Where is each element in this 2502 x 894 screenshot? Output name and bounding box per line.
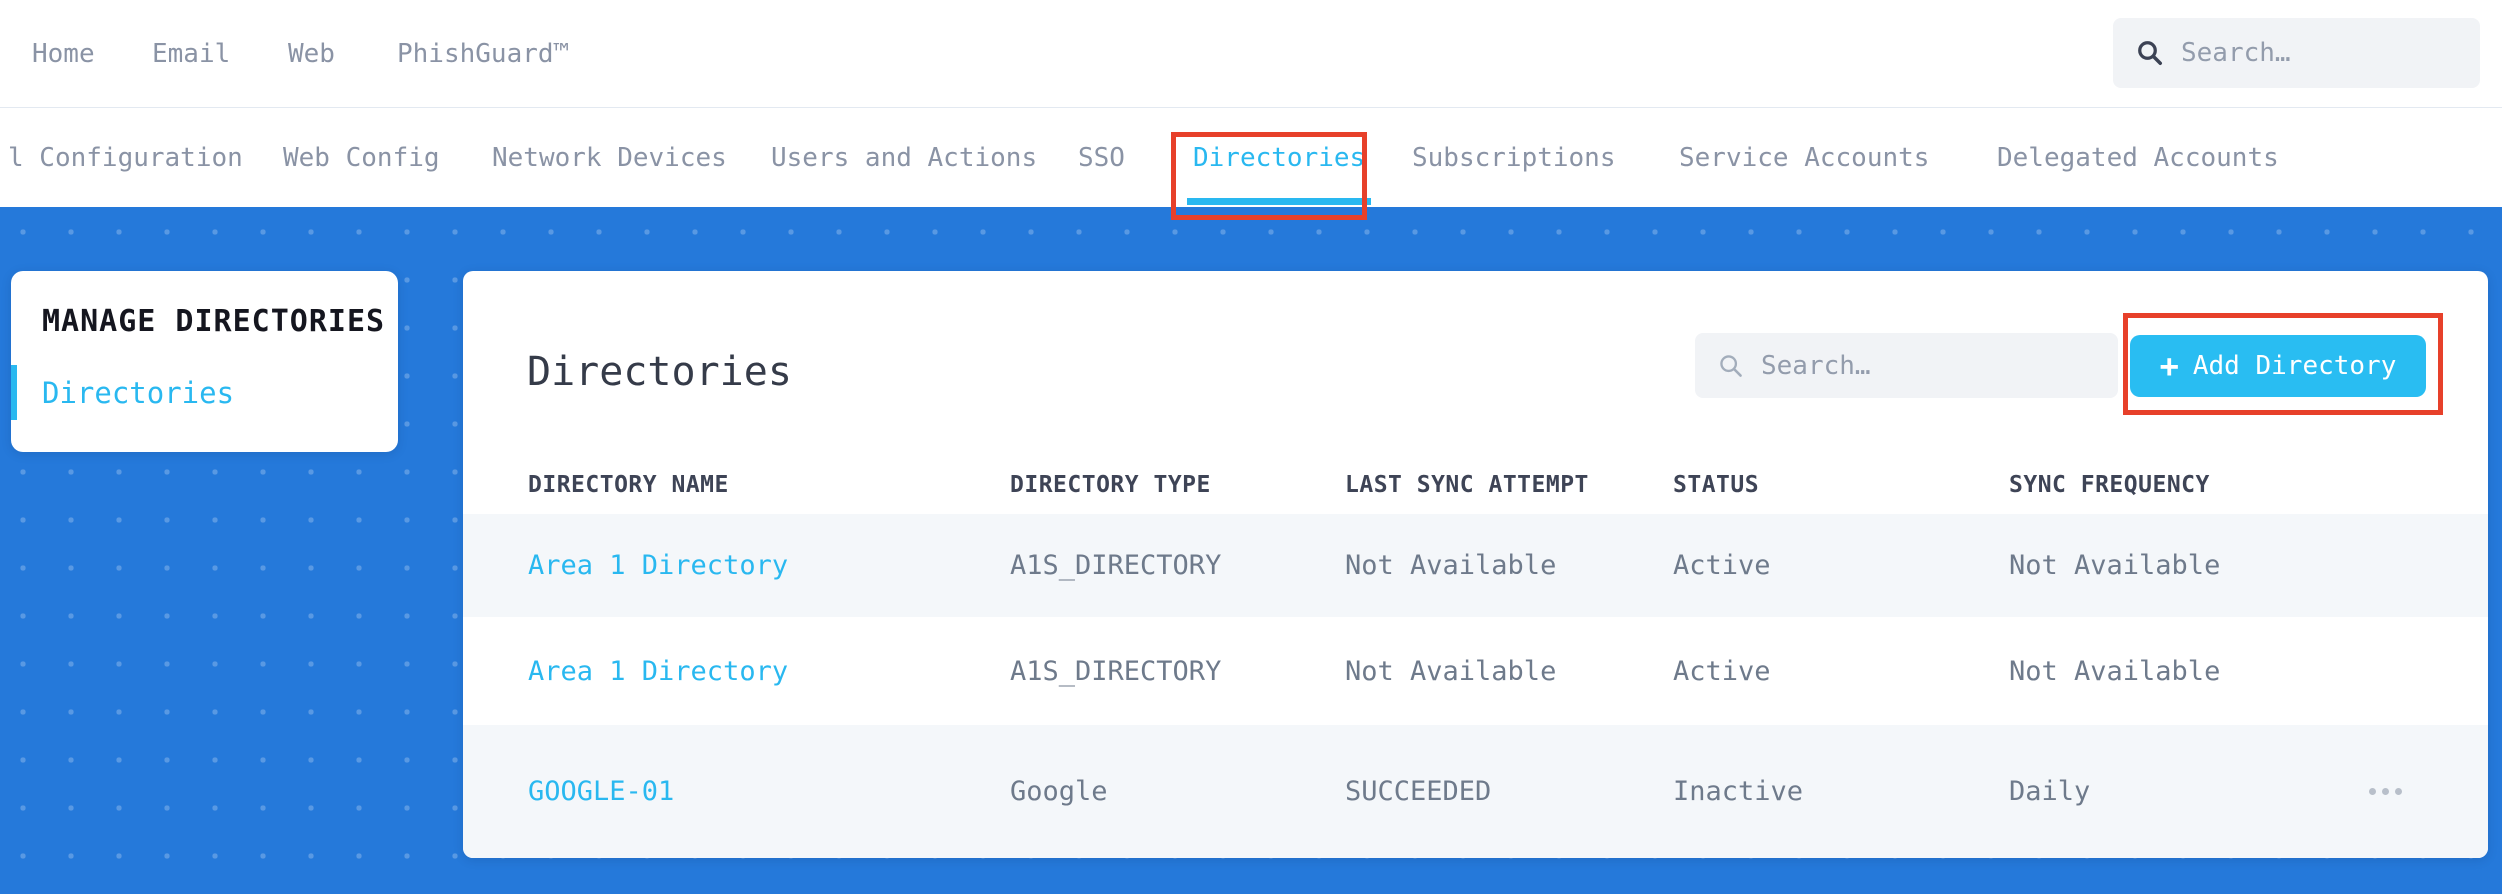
page-title: Directories (527, 349, 792, 395)
plus-icon: + (2159, 347, 2179, 385)
directory-name-link[interactable]: Area 1 Directory (528, 656, 1010, 687)
search-icon (1717, 352, 1745, 380)
column-header-last-sync-attempt: LAST SYNC ATTEMPT (1345, 472, 1589, 498)
add-directory-button[interactable]: + Add Directory (2130, 335, 2426, 397)
directories-search-input[interactable] (1761, 350, 2096, 381)
tab-email-configuration[interactable]: l Configuration (8, 109, 243, 207)
tab-network-devices[interactable]: Network Devices (492, 109, 727, 207)
sidebar-item-label: Directories (42, 375, 235, 410)
tab-web-config[interactable]: Web Config (283, 109, 440, 207)
tab-directories[interactable]: Directories (1186, 109, 1372, 207)
side-panel-title: MANAGE DIRECTORIES (42, 304, 386, 339)
search-icon (2135, 38, 2165, 68)
directory-type-cell: A1S_DIRECTORY (1010, 550, 1222, 581)
last-sync-cell: SUCCEEDED (1345, 776, 1492, 807)
secondary-tab-bar: l Configuration Web Config Network Devic… (0, 109, 2502, 207)
ellipsis-icon (2369, 788, 2376, 795)
column-header-sync-frequency: SYNC FREQUENCY (2009, 472, 2210, 498)
last-sync-cell: Not Available (1345, 550, 1557, 581)
tab-subscriptions[interactable]: Subscriptions (1412, 109, 1616, 207)
content-area: MANAGE DIRECTORIES Directories Directori… (0, 207, 2502, 894)
tab-service-accounts[interactable]: Service Accounts (1679, 109, 1929, 207)
ellipsis-icon (2382, 788, 2389, 795)
top-nav-bar: Home Email Web PhishGuard™ (0, 0, 2502, 108)
column-header-status: STATUS (1673, 472, 1760, 498)
sync-frequency-cell: Daily (2009, 776, 2091, 807)
row-actions-button[interactable] (2365, 780, 2406, 803)
status-cell: Active (1673, 655, 1771, 687)
column-header-directory-type: DIRECTORY TYPE (1010, 472, 1211, 498)
directory-name-link[interactable]: Area 1 Directory (528, 550, 1010, 581)
ellipsis-icon (2395, 788, 2402, 795)
table-row: GOOGLE-01 Google SUCCEEDED Inactive Dail… (463, 725, 2488, 858)
nav-item-phishguard[interactable]: PhishGuard™ (397, 0, 569, 108)
add-directory-label: Add Directory (2192, 351, 2397, 381)
tab-delegated-accounts[interactable]: Delegated Accounts (1997, 109, 2279, 207)
table-header-row: DIRECTORY NAME DIRECTORY TYPE LAST SYNC … (463, 456, 2488, 514)
directory-type-cell: A1S_DIRECTORY (1010, 655, 1222, 687)
directories-panel: Directories + Add Directory DIRECTORY NA… (463, 271, 2488, 858)
sync-frequency-cell: Not Available (2009, 550, 2221, 581)
nav-item-email[interactable]: Email (152, 0, 230, 108)
side-panel: MANAGE DIRECTORIES Directories (11, 271, 398, 452)
status-cell: Inactive (1673, 776, 1804, 807)
directory-name-link[interactable]: GOOGLE-01 (528, 776, 1010, 807)
sidebar-item-directories[interactable]: Directories (11, 365, 398, 420)
tab-users-and-actions[interactable]: Users and Actions (771, 109, 1037, 207)
active-item-bar (11, 365, 17, 420)
last-sync-cell: Not Available (1345, 655, 1557, 687)
status-cell: Active (1673, 550, 1771, 581)
tab-sso[interactable]: SSO (1078, 109, 1125, 207)
nav-item-web[interactable]: Web (288, 0, 335, 108)
sync-frequency-cell: Not Available (2009, 655, 2221, 687)
table-row: Area 1 Directory A1S_DIRECTORY Not Avail… (463, 514, 2488, 617)
global-search-input[interactable] (2181, 38, 2458, 68)
global-search[interactable] (2113, 18, 2480, 88)
table-row: Area 1 Directory A1S_DIRECTORY Not Avail… (463, 617, 2488, 725)
directories-search[interactable] (1695, 333, 2118, 398)
nav-item-home[interactable]: Home (32, 0, 95, 108)
directory-type-cell: Google (1010, 776, 1108, 807)
column-header-directory-name: DIRECTORY NAME (528, 472, 729, 498)
